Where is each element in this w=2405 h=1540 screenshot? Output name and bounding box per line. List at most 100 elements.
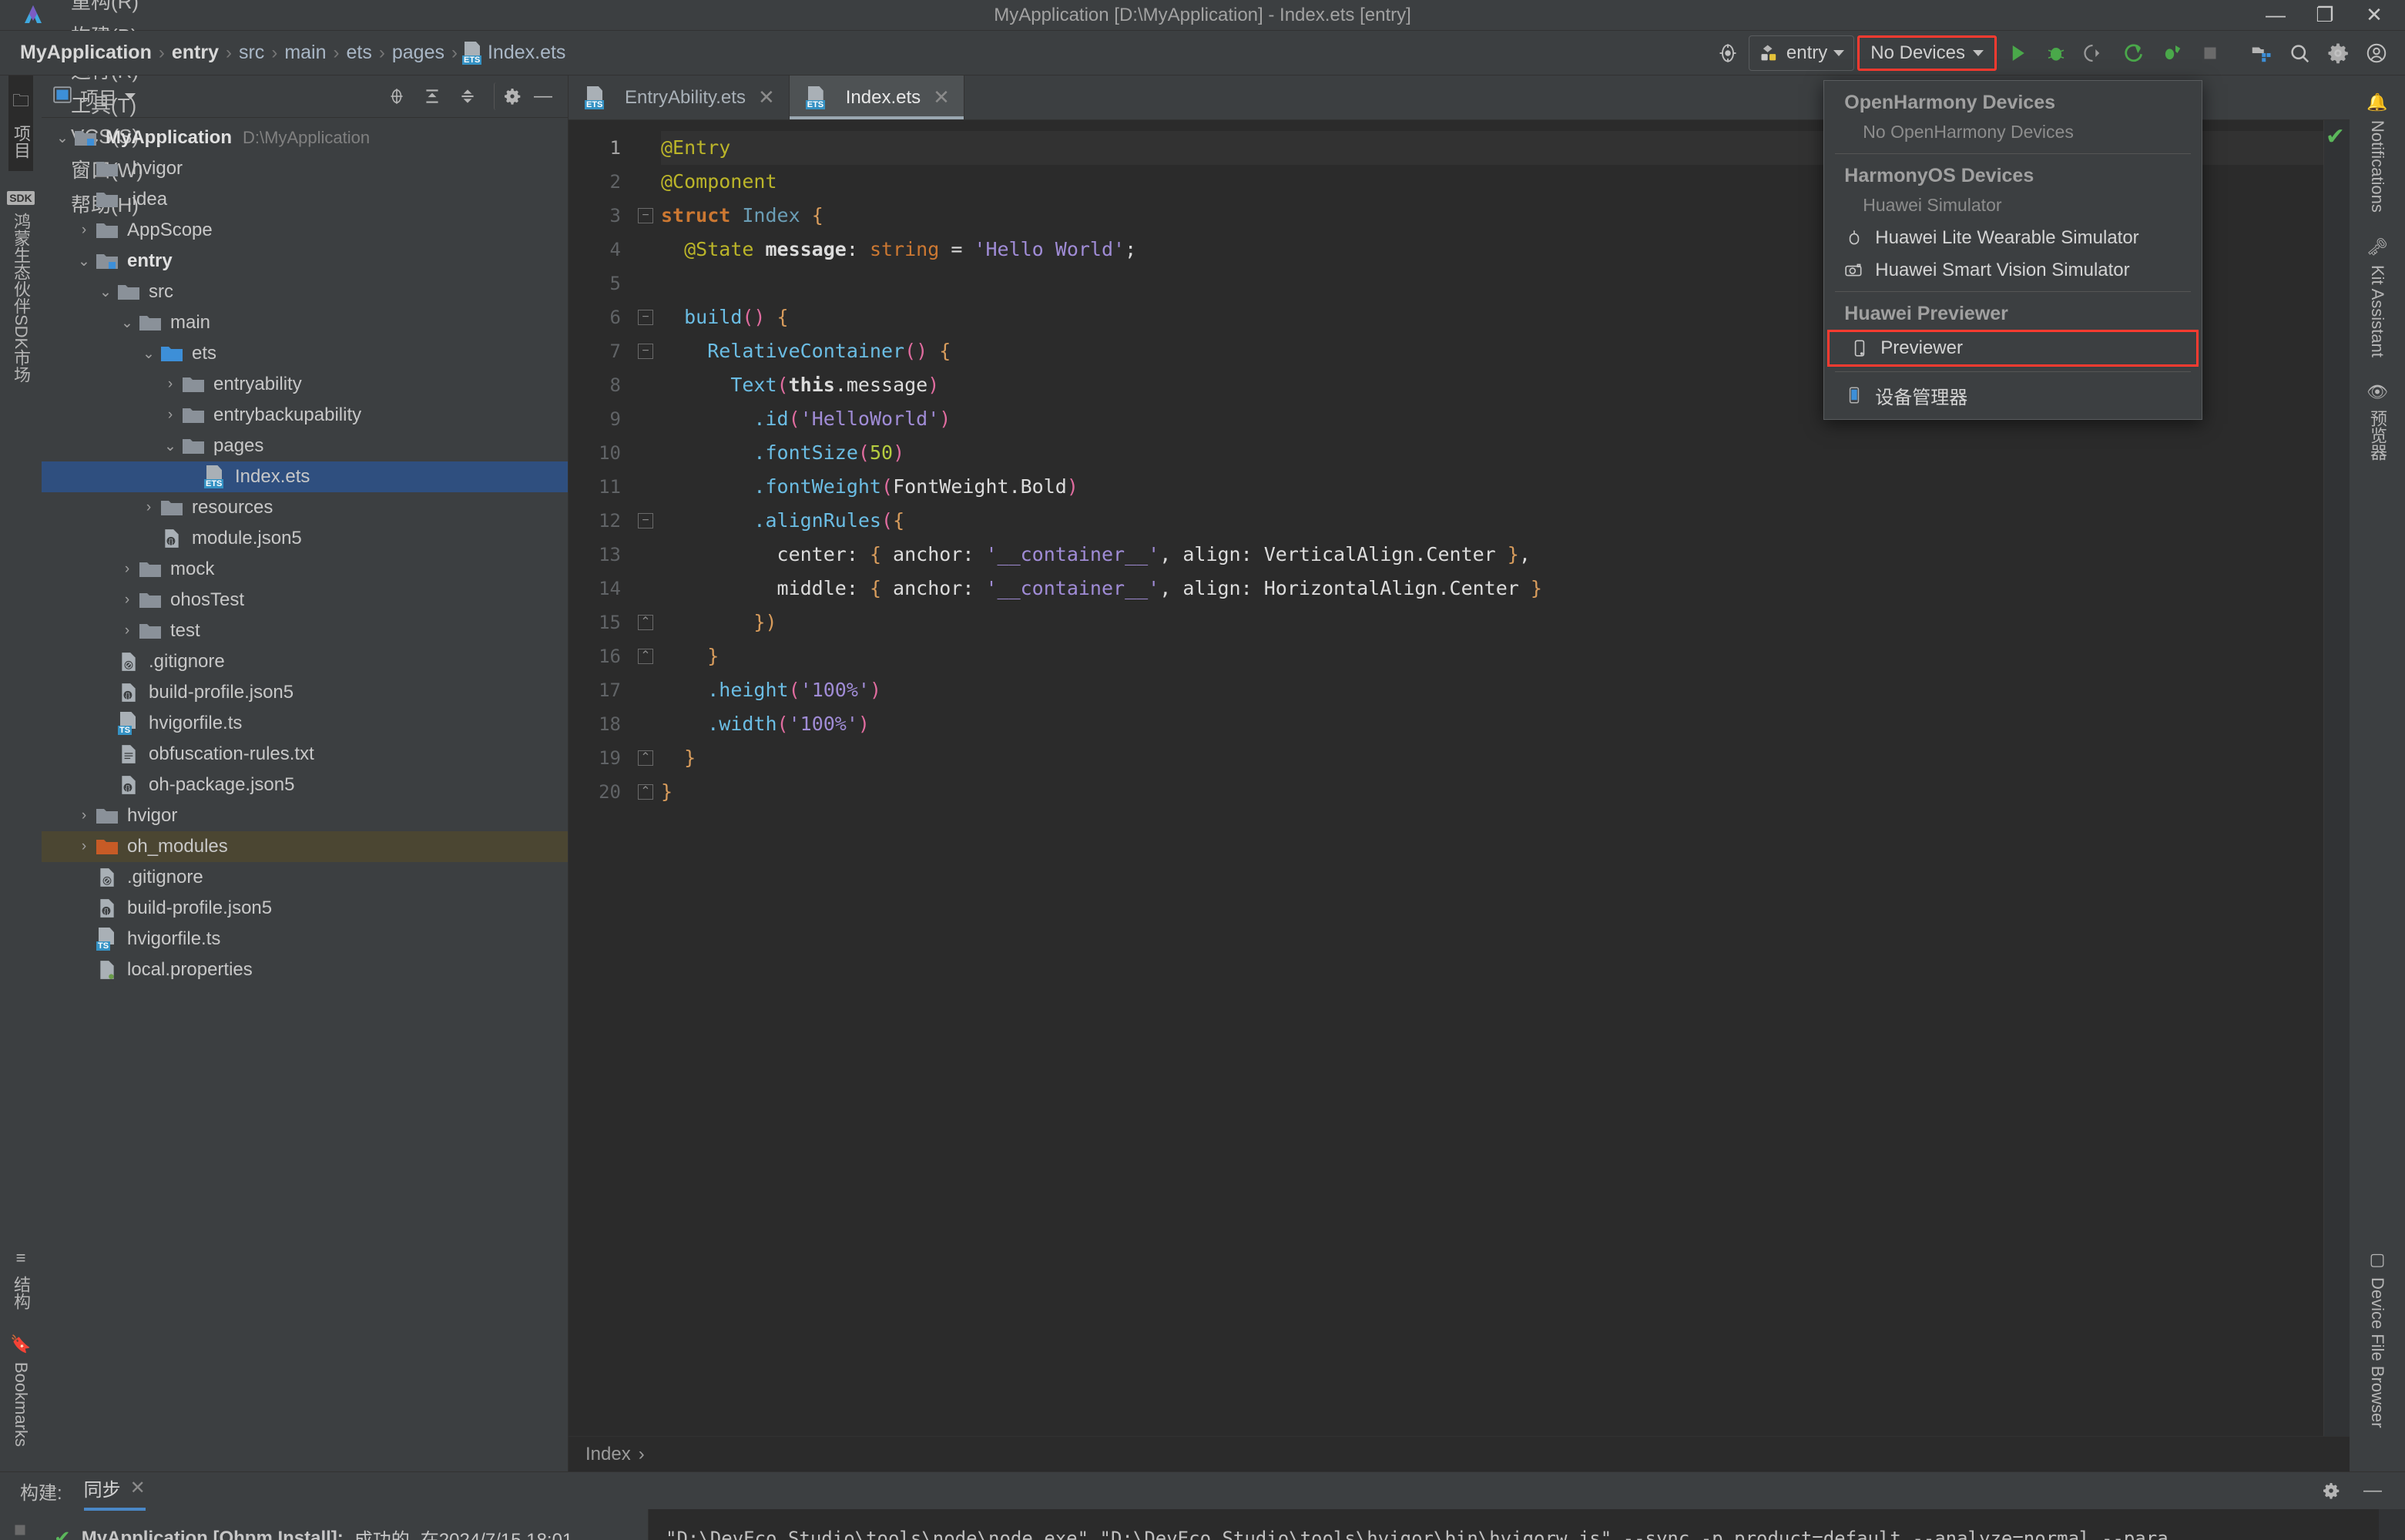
tree-node-resources[interactable]: ›resources xyxy=(42,492,568,523)
close-button[interactable]: ✕ xyxy=(2350,0,2399,31)
chevron-right-icon[interactable]: › xyxy=(74,222,94,239)
breadcrumb-item-pages[interactable]: pages xyxy=(389,42,448,64)
code-fold-toggle[interactable]: ⌃ xyxy=(630,639,661,673)
tree-node-test[interactable]: ›test xyxy=(42,616,568,646)
code-line[interactable]: .alignRules({ xyxy=(661,504,2350,538)
breadcrumb-item-entry[interactable]: entry xyxy=(169,42,222,64)
stop-icon[interactable] xyxy=(10,1520,30,1540)
tree-node-main[interactable]: ⌄main xyxy=(42,307,568,338)
tree-node-build-profile-json5[interactable]: {}build-profile.json5 xyxy=(42,893,568,924)
console-scrollbar[interactable] xyxy=(2379,1509,2405,1540)
tree-node--gitignore[interactable]: .gitignore xyxy=(42,862,568,893)
settings-icon[interactable] xyxy=(2320,35,2356,71)
tree-node-pages[interactable]: ⌄pages xyxy=(42,431,568,461)
code-line[interactable]: } xyxy=(661,741,2350,775)
breadcrumb-item-myapplication[interactable]: MyApplication xyxy=(17,42,155,64)
gear-icon[interactable] xyxy=(494,82,522,110)
menu-item-previewer[interactable]: Previewer xyxy=(1830,332,2196,364)
chevron-right-icon[interactable]: › xyxy=(117,622,137,639)
profile-icon[interactable] xyxy=(2154,35,2189,71)
tree-node-src[interactable]: ⌄src xyxy=(42,277,568,307)
chevron-right-icon[interactable]: › xyxy=(117,561,137,578)
code-line[interactable]: } xyxy=(661,639,2350,673)
chevron-down-icon[interactable]: ⌄ xyxy=(74,253,94,270)
code-line[interactable]: }) xyxy=(661,606,2350,639)
chevron-right-icon[interactable]: › xyxy=(74,160,94,177)
sidebar-item-sdk-market[interactable]: SDK 鸿蒙生态伙伴SDK市场 xyxy=(7,179,35,395)
code-fold-toggle[interactable]: − xyxy=(630,199,661,233)
maximize-button[interactable]: ❐ xyxy=(2300,0,2350,31)
tree-node-mock[interactable]: ›mock xyxy=(42,554,568,585)
stop-icon[interactable] xyxy=(2192,35,2228,71)
editor-tab-entryability-ets[interactable]: ETSEntryAbility.ets✕ xyxy=(569,75,790,119)
close-icon[interactable]: ✕ xyxy=(933,86,950,109)
breadcrumb-item-ets[interactable]: ets xyxy=(344,42,375,64)
close-icon[interactable]: ✕ xyxy=(758,86,775,109)
build-console-output[interactable]: "D:\DevEco Studio\tools\node\node.exe" "… xyxy=(649,1509,2405,1540)
code-line[interactable]: .height('100%') xyxy=(661,673,2350,707)
module-selector[interactable]: entry xyxy=(1749,35,1854,71)
chevron-right-icon[interactable]: › xyxy=(74,191,94,208)
project-tree[interactable]: ⌄MyApplicationD:\MyApplication›.hvigor›.… xyxy=(42,118,568,1471)
menu-item-smart-vision-simulator[interactable]: Huawei Smart Vision Simulator xyxy=(1824,254,2202,287)
editor-breadcrumb-item[interactable]: Index xyxy=(585,1444,631,1465)
chevron-down-icon[interactable]: ⌄ xyxy=(117,314,137,332)
build-tab-sync[interactable]: 同步 ✕ xyxy=(84,1475,146,1508)
tree-node-entrybackupability[interactable]: ›entrybackupability xyxy=(42,400,568,431)
tree-node-index-ets[interactable]: ETSIndex.ets xyxy=(42,461,568,492)
build-result-row[interactable]: ✔MyApplication [Ohpm Install]:成功的在2024/7… xyxy=(40,1515,648,1540)
tree-node-ets[interactable]: ⌄ets xyxy=(42,338,568,369)
device-selector[interactable]: No Devices xyxy=(1857,35,1997,71)
tree-node-hvigor[interactable]: ›hvigor xyxy=(42,800,568,831)
chevron-down-icon[interactable]: ⌄ xyxy=(52,129,72,147)
tree-node--idea[interactable]: ›.idea xyxy=(42,184,568,215)
chevron-right-icon[interactable]: › xyxy=(139,499,159,516)
gear-icon[interactable] xyxy=(2317,1477,2345,1505)
code-fold-toggle[interactable]: − xyxy=(630,504,661,538)
breadcrumb-item-main[interactable]: main xyxy=(281,42,329,64)
scroll-from-source-icon[interactable] xyxy=(383,82,411,110)
code-line[interactable]: .width('100%') xyxy=(661,707,2350,741)
expand-all-icon[interactable] xyxy=(418,82,446,110)
error-stripe[interactable]: ✔ xyxy=(2323,120,2350,1436)
minimize-button[interactable]: — xyxy=(2251,0,2300,31)
code-fold-toggle[interactable]: ⌃ xyxy=(630,741,661,775)
code-line[interactable]: } xyxy=(661,775,2350,809)
sidebar-item-bookmarks[interactable]: 🔖 Bookmarks xyxy=(10,1322,31,1459)
menu-item-lite-wearable-simulator[interactable]: Huawei Lite Wearable Simulator xyxy=(1824,222,2202,254)
chevron-down-icon[interactable]: ⌄ xyxy=(96,284,116,301)
code-line[interactable]: .fontWeight(FontWeight.Bold) xyxy=(661,470,2350,504)
tree-node-obfuscation-rules-txt[interactable]: obfuscation-rules.txt xyxy=(42,739,568,770)
tree-node-local-properties[interactable]: local.properties xyxy=(42,955,568,985)
run-icon[interactable] xyxy=(2000,35,2035,71)
tree-node-ohostest[interactable]: ›ohosTest xyxy=(42,585,568,616)
code-fold-toggle[interactable]: ⌃ xyxy=(630,775,661,809)
code-line[interactable]: middle: { anchor: '__container__', align… xyxy=(661,572,2350,606)
chevron-right-icon[interactable]: › xyxy=(160,407,180,424)
tree-node-build-profile-json5[interactable]: {}build-profile.json5 xyxy=(42,677,568,708)
project-structure-icon[interactable] xyxy=(2243,35,2279,71)
tree-node-entry[interactable]: ⌄entry xyxy=(42,246,568,277)
code-fold-toggle[interactable]: − xyxy=(630,300,661,334)
chevron-right-icon[interactable]: › xyxy=(74,807,94,824)
target-icon[interactable] xyxy=(1710,35,1746,71)
menu-8[interactable]: 工具(T) xyxy=(59,87,156,122)
sidebar-item-previewer[interactable]: 👁 预览器 xyxy=(2365,370,2390,473)
collapse-all-icon[interactable] xyxy=(454,82,481,110)
close-icon[interactable]: ✕ xyxy=(130,1477,146,1499)
breadcrumb-item-index-ets[interactable]: Index.ets xyxy=(485,42,569,64)
menu-5[interactable]: 重构(R) xyxy=(59,0,156,18)
sidebar-item-kit-assistant[interactable]: 🗝 Kit Assistant xyxy=(2366,225,2388,370)
editor-tab-index-ets[interactable]: ETSIndex.ets✕ xyxy=(790,75,964,119)
chevron-right-icon[interactable]: › xyxy=(74,838,94,855)
hide-icon[interactable]: — xyxy=(529,82,557,110)
chevron-down-icon[interactable]: ⌄ xyxy=(139,345,159,363)
sidebar-item-device-file-browser[interactable]: ▢ Device File Browser xyxy=(2367,1237,2387,1441)
search-icon[interactable] xyxy=(2282,35,2317,71)
tree-node-hvigorfile-ts[interactable]: TShvigorfile.ts xyxy=(42,708,568,739)
code-fold-toggle[interactable]: − xyxy=(630,334,661,368)
sidebar-item-notifications[interactable]: 🔔 Notifications xyxy=(2366,80,2387,225)
tree-node-appscope[interactable]: ›AppScope xyxy=(42,215,568,246)
tree-node--gitignore[interactable]: .gitignore xyxy=(42,646,568,677)
chevron-right-icon[interactable]: › xyxy=(160,376,180,393)
